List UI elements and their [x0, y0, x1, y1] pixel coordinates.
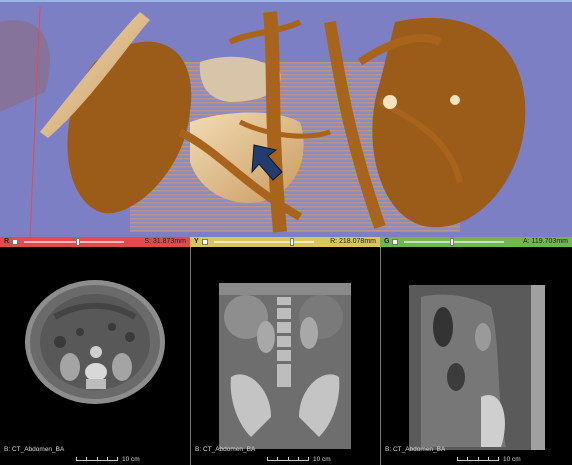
slice-tag-red: R — [4, 238, 10, 245]
slice-tag-yellow: Y — [194, 238, 199, 245]
scale-ruler — [457, 454, 499, 461]
slider-knob[interactable] — [76, 238, 80, 246]
slice-offset-yellow: R: 218.078mm — [330, 238, 376, 245]
coronal-ct-image — [219, 283, 351, 449]
slider-knob[interactable] — [290, 238, 294, 246]
volume-label: B: CT_Abdomen_BA — [4, 446, 65, 453]
slider-track[interactable] — [214, 241, 314, 243]
slider-knob[interactable] — [450, 238, 454, 246]
pin-icon[interactable] — [392, 239, 398, 245]
pin-icon[interactable] — [202, 239, 208, 245]
scale-label: 10 cm — [503, 456, 521, 463]
slider-bar-yellow[interactable]: Y R: 218.078mm — [190, 237, 380, 247]
sagittal-ct-image — [409, 285, 545, 450]
slider-bar-green[interactable]: G A: 119.703mm — [380, 237, 572, 247]
slider-track[interactable] — [24, 241, 124, 243]
slider-bar-red[interactable]: R S: 31.873mm — [0, 237, 190, 247]
pin-icon[interactable] — [12, 239, 18, 245]
scale-label: 10 cm — [122, 456, 140, 463]
axial-ct-image — [25, 280, 165, 404]
scale-label: 10 cm — [313, 456, 331, 463]
slice-offset-red: S: 31.873mm — [144, 238, 186, 245]
scale-ruler — [76, 454, 118, 461]
slice-tag-green: G — [384, 238, 390, 245]
3d-view[interactable] — [0, 0, 572, 237]
slice-view-yellow[interactable]: B: CT_Abdomen_BA 10 cm — [191, 247, 380, 465]
slider-track[interactable] — [404, 241, 504, 243]
slice-view-green[interactable]: B: CT_Abdomen_BA 10 cm — [381, 247, 572, 465]
slice-view-red[interactable]: B: CT_Abdomen_BA 10 cm — [0, 247, 190, 465]
volume-label: B: CT_Abdomen_BA — [385, 446, 446, 453]
slice-offset-green: A: 119.703mm — [522, 238, 568, 245]
arrow-annotation-icon[interactable] — [0, 2, 572, 237]
scale-ruler — [267, 454, 309, 461]
volume-label: B: CT_Abdomen_BA — [195, 446, 256, 453]
